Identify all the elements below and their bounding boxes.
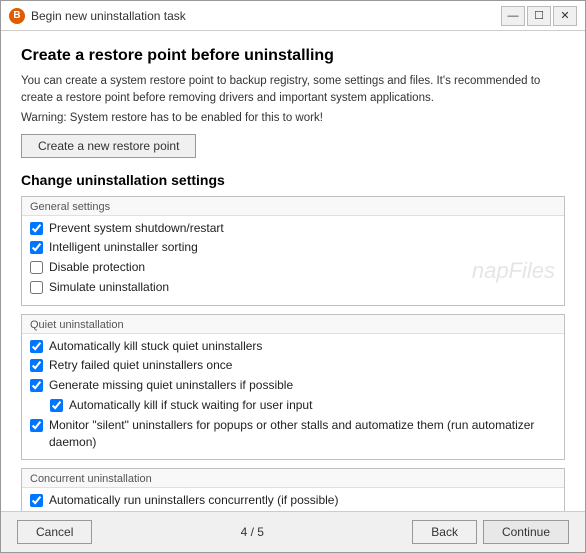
simulate-uninstall-label: Simulate uninstallation <box>49 279 169 296</box>
settings-heading: Change uninstallation settings <box>21 172 565 188</box>
kill-stuck-quiet-label: Automatically kill stuck quiet uninstall… <box>49 338 262 355</box>
create-restore-button[interactable]: Create a new restore point <box>21 134 196 158</box>
maximize-button[interactable]: ☐ <box>527 6 551 26</box>
quiet-uninstallation-group: Quiet uninstallation Automatically kill … <box>21 314 565 461</box>
list-item: Automatically run uninstallers concurren… <box>30 492 556 509</box>
list-item: Automatically kill if stuck waiting for … <box>50 397 556 414</box>
list-item: Generate missing quiet uninstallers if p… <box>30 377 556 394</box>
back-button[interactable]: Back <box>412 520 477 544</box>
prevent-shutdown-label: Prevent system shutdown/restart <box>49 220 224 237</box>
close-button[interactable]: ✕ <box>553 6 577 26</box>
quiet-uninstallation-content: Automatically kill stuck quiet uninstall… <box>22 334 564 460</box>
monitor-silent-checkbox[interactable] <box>30 419 43 432</box>
content-wrapper: Create a restore point before uninstalli… <box>1 31 585 511</box>
title-bar: B Begin new uninstallation task — ☐ ✕ <box>1 1 585 31</box>
continue-button[interactable]: Continue <box>483 520 569 544</box>
generate-missing-checkbox[interactable] <box>30 379 43 392</box>
intelligent-sorting-checkbox[interactable] <box>30 241 43 254</box>
list-item: Automatically kill stuck quiet uninstall… <box>30 338 556 355</box>
disable-protection-label: Disable protection <box>49 259 145 276</box>
restore-description: You can create a system restore point to… <box>21 73 565 108</box>
kill-waiting-label: Automatically kill if stuck waiting for … <box>69 397 312 414</box>
page-indicator: 4 / 5 <box>92 525 412 539</box>
list-item: Simulate uninstallation <box>30 279 556 296</box>
list-item: Intelligent uninstaller sorting <box>30 239 556 256</box>
window-title: Begin new uninstallation task <box>31 9 501 23</box>
list-item: Monitor "silent" uninstallers for popups… <box>30 417 556 451</box>
generate-missing-label: Generate missing quiet uninstallers if p… <box>49 377 293 394</box>
minimize-button[interactable]: — <box>501 6 525 26</box>
kill-waiting-checkbox[interactable] <box>50 399 63 412</box>
general-settings-content: Prevent system shutdown/restart Intellig… <box>22 216 564 305</box>
general-settings-label: General settings <box>22 197 564 216</box>
footer: Cancel 4 / 5 Back Continue <box>1 511 585 552</box>
disable-protection-checkbox[interactable] <box>30 261 43 274</box>
concurrent-uninstallation-content: Automatically run uninstallers concurren… <box>22 488 564 511</box>
restore-warning: Warning: System restore has to be enable… <box>21 112 565 124</box>
concurrent-uninstallation-group: Concurrent uninstallation Automatically … <box>21 468 565 511</box>
list-item: Prevent system shutdown/restart <box>30 220 556 237</box>
restore-section: Create a restore point before uninstalli… <box>21 47 565 172</box>
quiet-uninstallation-label: Quiet uninstallation <box>22 315 564 334</box>
settings-section: Change uninstallation settings General s… <box>21 172 565 512</box>
run-concurrently-label: Automatically run uninstallers concurren… <box>49 492 338 509</box>
concurrent-uninstallation-label: Concurrent uninstallation <box>22 469 564 488</box>
content-area: Create a restore point before uninstalli… <box>1 31 585 511</box>
intelligent-sorting-label: Intelligent uninstaller sorting <box>49 239 198 256</box>
simulate-uninstall-checkbox[interactable] <box>30 281 43 294</box>
kill-stuck-quiet-checkbox[interactable] <box>30 340 43 353</box>
main-window: B Begin new uninstallation task — ☐ ✕ Cr… <box>0 0 586 553</box>
window-controls: — ☐ ✕ <box>501 6 577 26</box>
retry-failed-label: Retry failed quiet uninstallers once <box>49 357 232 374</box>
monitor-silent-label: Monitor "silent" uninstallers for popups… <box>49 417 556 451</box>
retry-failed-checkbox[interactable] <box>30 359 43 372</box>
prevent-shutdown-checkbox[interactable] <box>30 222 43 235</box>
app-icon: B <box>9 8 25 24</box>
general-settings-group: General settings Prevent system shutdown… <box>21 196 565 306</box>
list-item: Disable protection <box>30 259 556 276</box>
run-concurrently-checkbox[interactable] <box>30 494 43 507</box>
cancel-button[interactable]: Cancel <box>17 520 92 544</box>
footer-nav: Back Continue <box>412 520 569 544</box>
list-item: Retry failed quiet uninstallers once <box>30 357 556 374</box>
restore-heading: Create a restore point before uninstalli… <box>21 47 565 65</box>
